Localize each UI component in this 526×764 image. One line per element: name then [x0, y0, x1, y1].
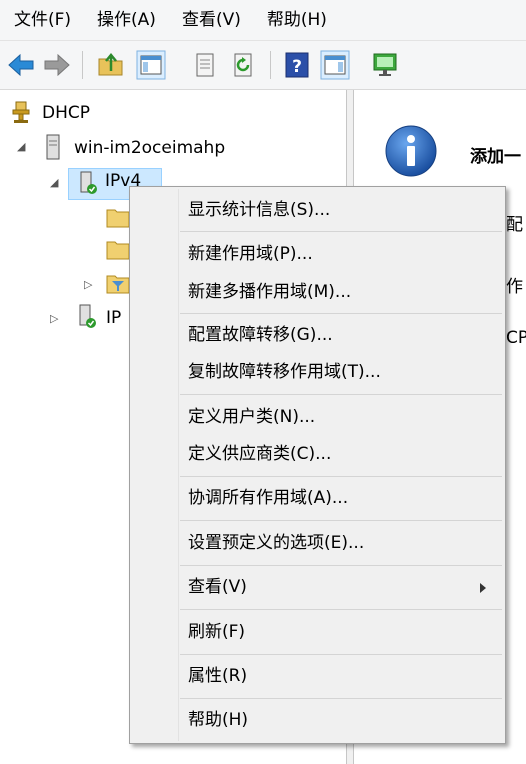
menu-item-define-vendor-classes[interactable]: 定义供应商类(C)... — [188, 438, 331, 470]
menu-separator — [180, 313, 502, 314]
menu-item-new-multicast-scope[interactable]: 新建多播作用域(M)... — [188, 276, 351, 308]
help-icon[interactable]: ? — [282, 50, 312, 80]
show-hide-action-pane-icon[interactable] — [320, 50, 350, 80]
toolbar: ? — [0, 41, 526, 90]
dhcp-icon — [12, 101, 30, 123]
menu-separator — [180, 476, 502, 477]
svg-text:?: ? — [292, 57, 302, 77]
collapse-arrow-icon[interactable]: ◢ — [17, 140, 25, 153]
menu-separator — [180, 609, 502, 610]
toolbar-separator — [82, 51, 83, 79]
result-line-3: CP — [506, 328, 526, 348]
expand-arrow-icon[interactable]: ▷ — [50, 312, 58, 325]
refresh-icon[interactable] — [228, 50, 258, 80]
menu-item-new-scope[interactable]: 新建作用域(P)... — [188, 238, 313, 270]
ipv4-server-check-icon — [80, 171, 97, 194]
tree-node-dhcp[interactable]: DHCP — [42, 98, 90, 128]
menu-item-set-predefined-options[interactable]: 设置预定义的选项(E)... — [188, 527, 364, 559]
result-line-1: 配 — [506, 215, 523, 235]
menu-separator — [180, 654, 502, 655]
menu-bar: 文件(F) 操作(A) 查看(V) 帮助(H) — [0, 0, 526, 41]
tree-node-server[interactable]: win-im2oceimahp — [74, 133, 225, 163]
forward-arrow-icon[interactable] — [42, 50, 72, 80]
folder-icon — [106, 241, 130, 260]
menu-help[interactable]: 帮助(H) — [253, 0, 339, 40]
info-icon — [385, 125, 437, 177]
tree-node-ipv6[interactable]: IP — [106, 303, 121, 333]
menu-item-configure-failover[interactable]: 配置故障转移(G)... — [188, 319, 333, 351]
toolbar-separator — [270, 51, 271, 79]
back-arrow-icon[interactable] — [6, 50, 36, 80]
up-folder-icon[interactable] — [96, 50, 126, 80]
ipv6-server-check-icon — [79, 304, 96, 328]
menu-item-show-statistics[interactable]: 显示统计信息(S)... — [188, 194, 330, 226]
menu-item-view[interactable]: 查看(V) — [188, 571, 247, 603]
menu-gutter — [178, 189, 179, 741]
menu-separator — [180, 520, 502, 521]
folder-icon — [106, 209, 130, 228]
context-menu: 显示统计信息(S)... 新建作用域(P)... 新建多播作用域(M)... 配… — [129, 186, 506, 744]
menu-separator — [180, 698, 502, 699]
server-icon — [46, 134, 60, 160]
menu-item-properties[interactable]: 属性(R) — [188, 660, 247, 692]
menu-file[interactable]: 文件(F) — [0, 0, 83, 40]
collapse-arrow-icon[interactable]: ◢ — [50, 176, 58, 189]
menu-separator — [180, 394, 502, 395]
result-line-2: 作 — [506, 277, 523, 297]
show-hide-console-tree-icon[interactable] — [136, 50, 166, 80]
properties-icon[interactable] — [190, 50, 220, 80]
menu-item-replicate-failover-scopes[interactable]: 复制故障转移作用域(T)... — [188, 356, 381, 388]
menu-item-reconcile-all-scopes[interactable]: 协调所有作用域(A)... — [188, 482, 348, 514]
menu-item-refresh[interactable]: 刷新(F) — [188, 616, 245, 648]
menu-view[interactable]: 查看(V) — [168, 0, 253, 40]
filter-folder-icon — [106, 275, 130, 294]
menu-item-define-user-classes[interactable]: 定义用户类(N)... — [188, 401, 315, 433]
menu-separator — [180, 231, 502, 232]
monitor-icon[interactable] — [370, 50, 400, 80]
result-heading: 添加一 — [470, 147, 521, 167]
expand-arrow-icon[interactable]: ▷ — [84, 278, 92, 291]
menu-item-help[interactable]: 帮助(H) — [188, 704, 248, 736]
submenu-arrow-icon — [480, 583, 486, 593]
menu-action[interactable]: 操作(A) — [83, 0, 168, 40]
menu-separator — [180, 565, 502, 566]
